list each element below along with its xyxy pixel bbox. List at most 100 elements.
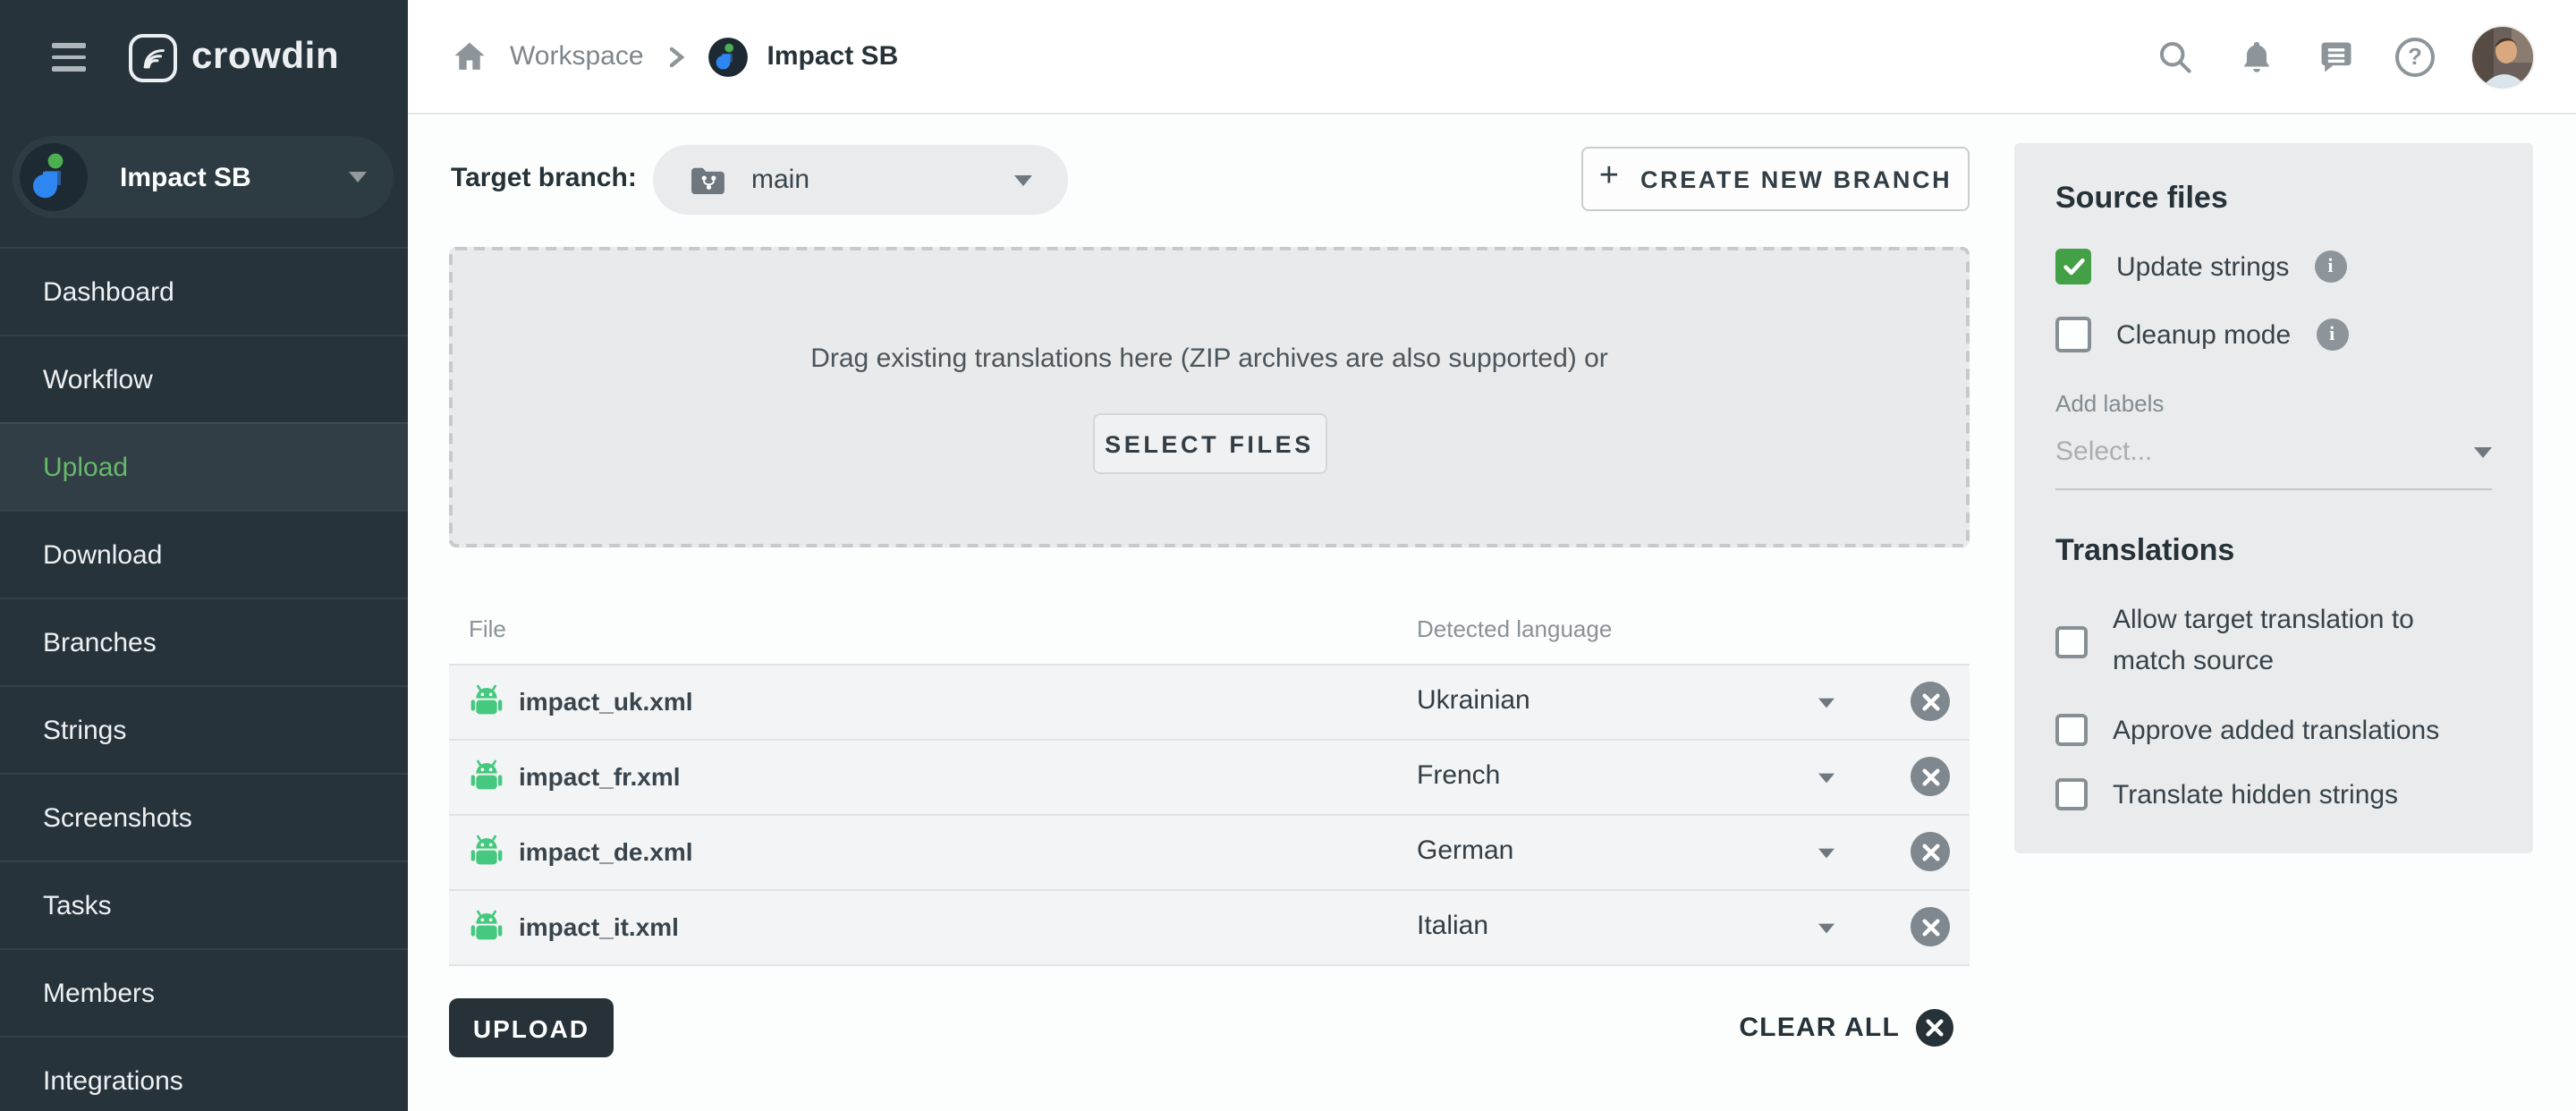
remove-file-button[interactable] (1911, 757, 1950, 796)
remove-file-button[interactable] (1911, 832, 1950, 871)
remove-file-button[interactable] (1911, 907, 1950, 946)
sidebar-item-label: Strings (43, 715, 126, 745)
allow-match-checkbox[interactable] (2055, 625, 2088, 657)
remove-file-button[interactable] (1911, 682, 1950, 721)
sidebar-item-upload[interactable]: Upload (0, 422, 408, 510)
language-select[interactable]: Italian (1417, 891, 1864, 964)
language-value: Ukrainian (1417, 685, 1530, 716)
dropzone-instruction: Drag existing translations here (ZIP arc… (453, 343, 1966, 374)
sidebar-item-members[interactable]: Members (0, 948, 408, 1036)
sidebar-item-label: Branches (43, 627, 157, 657)
column-header-language: Detected language (1417, 615, 1612, 642)
header-actions (2154, 26, 2576, 87)
sidebar-item-label: Members (43, 978, 155, 1008)
create-new-branch-button[interactable]: + CREATE NEW BRANCH (1581, 147, 1970, 211)
approve-translations-checkbox[interactable] (2055, 714, 2088, 746)
sidebar-item-label: Integrations (43, 1065, 183, 1096)
branch-select-value: main (751, 165, 809, 195)
cleanup-mode-checkbox[interactable] (2055, 317, 2091, 352)
user-avatar[interactable] (2472, 26, 2533, 87)
chevron-down-icon (1818, 849, 1835, 859)
cleanup-mode-option: Cleanup mode (2055, 317, 2492, 352)
sidebar-item-branches[interactable]: Branches (0, 598, 408, 685)
update-strings-checkbox[interactable] (2055, 249, 2091, 284)
sidebar-item-label: Tasks (43, 890, 112, 920)
sidebar-item-strings[interactable]: Strings (0, 685, 408, 773)
language-value: French (1417, 760, 1500, 791)
breadcrumb-workspace-link[interactable]: Workspace (510, 41, 644, 72)
android-file-icon (469, 759, 504, 801)
info-icon[interactable] (2316, 318, 2348, 351)
sidebar-item-label: Upload (43, 452, 128, 482)
top-header: Workspace Impact SB (408, 0, 2576, 114)
update-strings-label[interactable]: Update strings (2116, 251, 2289, 282)
labels-select-placeholder: Select... (2055, 437, 2152, 467)
allow-match-label[interactable]: Allow target translation to match source (2113, 601, 2492, 682)
labels-select[interactable]: Select... (2055, 437, 2492, 490)
uploaded-files-table: impact_uk.xml Ukrainian (449, 664, 1970, 966)
breadcrumb: Workspace Impact SB (447, 35, 898, 78)
table-row: impact_uk.xml Ukrainian (449, 664, 1970, 739)
sidebar-item-label: Download (43, 539, 162, 570)
update-strings-option: Update strings (2055, 249, 2492, 284)
translate-hidden-label[interactable]: Translate hidden strings (2113, 779, 2398, 810)
breadcrumb-chevron-icon (664, 35, 689, 78)
crowdin-logo[interactable]: crowdin (129, 33, 339, 81)
chevron-down-icon (1818, 699, 1835, 708)
search-icon[interactable] (2154, 35, 2197, 78)
crowdin-logo-icon (129, 33, 177, 81)
sidebar-top: crowdin (0, 0, 408, 114)
language-value: Italian (1417, 911, 1488, 941)
sidebar-item-tasks[interactable]: Tasks (0, 861, 408, 948)
table-row: impact_de.xml German (449, 814, 1970, 889)
home-icon[interactable] (447, 35, 490, 78)
file-name: impact_fr.xml (519, 762, 681, 791)
sidebar-item-dashboard[interactable]: Dashboard (0, 247, 408, 335)
sidebar-item-workflow[interactable]: Workflow (0, 335, 408, 422)
project-selector[interactable]: Impact SB (13, 136, 394, 218)
table-row: impact_fr.xml French (449, 739, 1970, 814)
target-branch-label: Target branch: (451, 163, 637, 193)
approve-translations-option: Approve added translations (2055, 714, 2492, 746)
branch-select[interactable]: main (653, 145, 1068, 215)
notifications-bell-icon[interactable] (2234, 35, 2277, 78)
hamburger-menu-icon[interactable] (52, 44, 86, 72)
file-dropzone[interactable]: Drag existing translations here (ZIP arc… (449, 247, 1970, 547)
android-file-icon (469, 683, 504, 726)
chevron-down-icon (2474, 446, 2492, 457)
approve-translations-label[interactable]: Approve added translations (2113, 715, 2439, 745)
clear-all-icon (1916, 1009, 1953, 1047)
language-select[interactable]: Ukrainian (1417, 666, 1864, 739)
crowdin-logo-text: crowdin (191, 36, 339, 79)
help-icon[interactable] (2395, 37, 2435, 76)
language-value: German (1417, 835, 1513, 866)
project-name: Impact SB (120, 162, 251, 192)
messages-chat-icon[interactable] (2315, 35, 2358, 78)
upload-options-panel: Source files Update strings Cleanup mode… (2014, 143, 2533, 853)
breadcrumb-project-label: Impact SB (767, 41, 899, 72)
branch-folder-icon (689, 165, 726, 195)
clear-all-button[interactable]: CLEAR ALL (449, 998, 1953, 1057)
file-name: impact_de.xml (519, 837, 693, 866)
file-name: impact_it.xml (519, 912, 679, 941)
info-icon[interactable] (2314, 250, 2346, 283)
sidebar-item-integrations[interactable]: Integrations (0, 1036, 408, 1111)
create-branch-label: CREATE NEW BRANCH (1640, 165, 1952, 192)
sidebar: crowdin Impact SB Dashboard Workflow Upl… (0, 0, 408, 1111)
sidebar-item-label: Workflow (43, 364, 153, 394)
chevron-down-icon (1014, 174, 1032, 185)
chevron-down-icon (1818, 774, 1835, 784)
clear-all-label: CLEAR ALL (1739, 1013, 1900, 1043)
language-select[interactable]: French (1417, 741, 1864, 814)
cleanup-mode-label[interactable]: Cleanup mode (2116, 319, 2291, 350)
table-row: impact_it.xml Italian (449, 889, 1970, 966)
sidebar-item-screenshots[interactable]: Screenshots (0, 773, 408, 861)
translate-hidden-checkbox[interactable] (2055, 778, 2088, 810)
translations-title: Translations (2055, 533, 2492, 569)
select-files-button[interactable]: SELECT FILES (1092, 413, 1326, 474)
language-select[interactable]: German (1417, 816, 1864, 889)
column-header-file: File (469, 615, 506, 642)
plus-icon: + (1599, 157, 1619, 197)
sidebar-item-download[interactable]: Download (0, 510, 408, 598)
translate-hidden-option: Translate hidden strings (2055, 778, 2492, 810)
